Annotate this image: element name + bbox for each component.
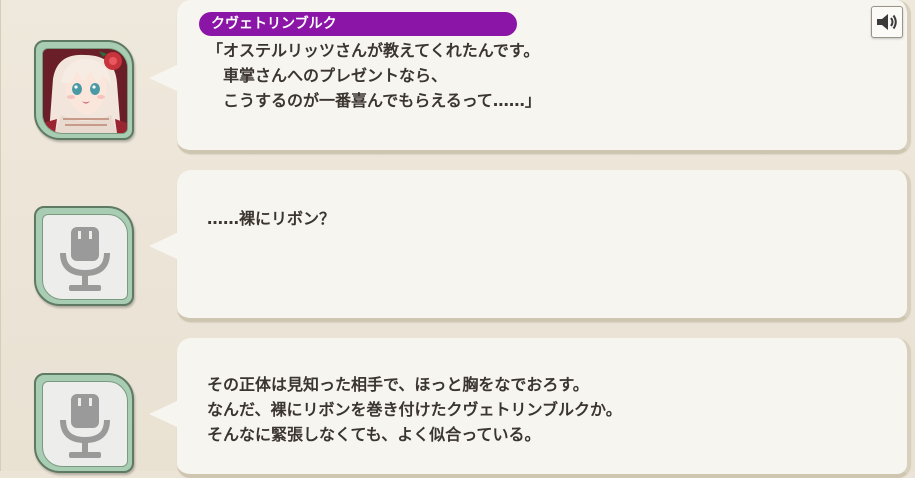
speaker-avatar	[34, 40, 134, 140]
bubble-tail	[149, 64, 179, 92]
microphone-icon	[60, 394, 110, 458]
speaker-avatar	[34, 206, 134, 306]
narration-avatar	[42, 381, 128, 467]
character-portrait-art	[43, 49, 127, 133]
dialogue-bubble: ……裸にリボン？	[149, 170, 911, 322]
microphone-icon	[60, 227, 110, 291]
bubble-tail	[149, 400, 179, 428]
voice-replay-button[interactable]	[871, 6, 903, 38]
bubble-tail	[149, 232, 179, 260]
speaker-icon	[877, 14, 897, 30]
dialogue-log[interactable]: クヴェトリンブルク 「オステルリッツさんが教えてくれたんです。 車掌さんへのプレ…	[0, 0, 915, 478]
dialogue-bubble: クヴェトリンブルク 「オステルリッツさんが教えてくれたんです。 車掌さんへのプレ…	[149, 0, 911, 154]
dialogue-text: 「オステルリッツさんが教えてくれたんです。 車掌さんへのプレゼントなら、 こうす…	[207, 41, 541, 110]
speaker-name-tag: クヴェトリンブルク	[199, 12, 517, 36]
character-portrait	[42, 48, 128, 134]
dialogue-text: その正体は見知った相手で、ほっと胸をなでおろす。 なんだ、裸にリボンを巻き付けた…	[207, 375, 622, 444]
speaker-avatar	[34, 373, 134, 473]
dialogue-text: ……裸にリボン？	[207, 209, 336, 228]
narration-avatar	[42, 214, 128, 300]
dialogue-bubble: その正体は見知った相手で、ほっと胸をなでおろす。 なんだ、裸にリボンを巻き付けた…	[149, 338, 911, 478]
